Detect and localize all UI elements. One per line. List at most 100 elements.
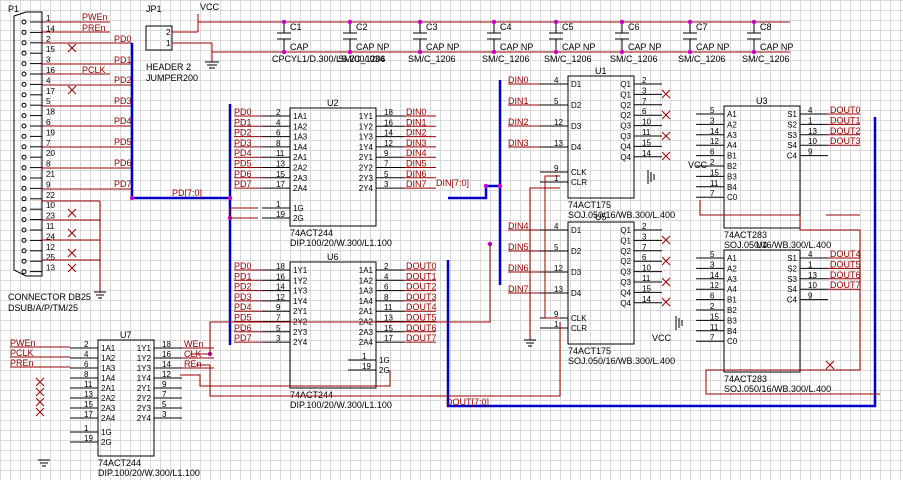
- pin-name: 2Y3: [359, 174, 374, 183]
- pin-number: 5: [384, 170, 389, 179]
- pin-number: 14: [276, 283, 285, 292]
- pin-name: D1: [571, 80, 582, 89]
- pin-name: 2A1: [359, 307, 374, 316]
- ic-footprint: SOJ.050/16/WB.300/L.400: [568, 210, 675, 220]
- ic-u7[interactable]: U7 74ACT244DIP.100/20/W.300/L1.100 1A1 2 1A2…: [10, 330, 214, 478]
- cap-value: CAP NP: [696, 42, 729, 52]
- pin-number: 1: [276, 200, 281, 209]
- pin-socket: [21, 217, 27, 223]
- no-connect-icon: [35, 397, 45, 407]
- pin-name: B4: [727, 327, 737, 336]
- pin-number: 15: [710, 168, 719, 177]
- pin-name: B2: [727, 306, 737, 315]
- pin-number: 7: [46, 139, 51, 148]
- junction-dot: [281, 19, 287, 25]
- pin-number: 4: [46, 76, 51, 85]
- pin-number: 17: [276, 180, 285, 189]
- pin-number: 3: [710, 260, 715, 269]
- pin-name: Q1: [620, 80, 631, 89]
- pin-socket: [21, 81, 27, 87]
- no-connect-icon: [35, 407, 45, 417]
- pin-name: A4: [727, 285, 737, 294]
- pin-name: 2Y3: [293, 328, 308, 337]
- pin-name: 1G: [379, 356, 390, 365]
- pin-number: 13: [554, 285, 563, 294]
- pin-number: 12: [46, 243, 55, 252]
- pin-number: 9: [554, 164, 559, 173]
- pin-name: D3: [571, 122, 582, 131]
- pin-name: 2A2: [101, 394, 116, 403]
- cap-footprint: SM/C_1206: [678, 54, 726, 64]
- pin-number: 12: [162, 370, 171, 379]
- cap-ref: C8: [760, 22, 772, 32]
- pin-number: 18: [46, 108, 55, 117]
- pin-number: 15: [276, 170, 285, 179]
- pin-name: D2: [571, 247, 582, 256]
- pin-number: 11: [384, 303, 393, 312]
- pin-socket: [21, 92, 27, 98]
- pin-socket: [21, 29, 27, 35]
- pin-name: S4: [787, 141, 797, 150]
- pin-socket: [21, 71, 27, 77]
- pin-name: CLR: [571, 178, 587, 187]
- schematic-canvas[interactable]: P1 1 14 2 15 3 16 4 17 5 18 6 19 7 20 8 21 9 22 10 23 11 24 12…: [0, 0, 903, 480]
- pin-number: 4: [808, 250, 813, 259]
- pin-number: 15: [642, 284, 651, 293]
- no-connect-icon: [661, 89, 671, 99]
- pin-number: 11: [46, 222, 55, 231]
- pin-name: CLR: [571, 324, 587, 333]
- ic-u1[interactable]: U1 74ACT175SOJ.050/16/WB.300/L.400 D1 4 D2 5 D…: [508, 66, 675, 220]
- ic-u3[interactable]: U3 74ACT283SOJ.050/16/WB.300/L.400 A1 5 A2 3 A…: [696, 96, 861, 250]
- pin-number: 2: [710, 302, 715, 311]
- pin-name: 1Y4: [293, 297, 308, 306]
- ic-footprint: SOJ.050/16/WB.300/L.400: [724, 384, 831, 394]
- pin-name: 2A2: [293, 164, 308, 173]
- pin-name: Q2: [620, 111, 631, 120]
- pin-name: 1Y3: [359, 133, 374, 142]
- pin-number: 8: [84, 370, 89, 379]
- junction-dot: [129, 195, 135, 201]
- pin-name: A1: [727, 110, 737, 119]
- pin-name: A2: [727, 264, 737, 273]
- net-label: PD6: [114, 158, 132, 168]
- pin-number: 7: [642, 243, 647, 252]
- pin-name: 2Y1: [359, 153, 374, 162]
- pin-name: B2: [727, 162, 737, 171]
- pin-name: Q3: [620, 122, 631, 131]
- pin-socket: [21, 40, 27, 46]
- pin-number: 17: [46, 87, 55, 96]
- pin-number: 1: [362, 352, 367, 361]
- ic-part: 74ACT175: [568, 200, 611, 210]
- pin-number: 6: [84, 360, 89, 369]
- pin-socket: [21, 248, 27, 254]
- pin-name: 2A1: [293, 153, 308, 162]
- pin-number: 9: [276, 303, 281, 312]
- capacitor-bank[interactable]: C1CAPCPCYL1/D.300/LS.200/.034C2CAP NPSM/…: [272, 19, 793, 64]
- pin-number: 3: [710, 116, 715, 125]
- pin-name: A2: [727, 120, 737, 129]
- ic-ref: U6: [327, 252, 339, 262]
- junction-dot: [417, 19, 423, 25]
- pin-name: A1: [727, 254, 737, 263]
- ic-u4[interactable]: U474ACT283SOJ.050/16/WB.300/L.400A15A23A…: [696, 240, 861, 394]
- bus-label-din: DIN[7:0]: [436, 178, 469, 188]
- pin-number: 4: [276, 118, 281, 127]
- junctions: [129, 183, 503, 357]
- ic-u2[interactable]: U2 74ACT244DIP.100/20/W.300/L1.100 1A1 2 1A2…: [234, 98, 436, 248]
- pin-name: B3: [727, 316, 737, 325]
- pin-name: D1: [571, 226, 582, 235]
- junction-dot: [227, 195, 233, 201]
- pin-number: 6: [710, 148, 715, 157]
- pin-number: 6: [710, 292, 715, 301]
- pin-name: 2Y2: [137, 394, 152, 403]
- connector-p1[interactable]: P1 1142153164175186197208219221023112412…: [8, 4, 91, 313]
- pin-name: 1A2: [101, 354, 116, 363]
- pin-name: B1: [727, 296, 737, 305]
- pin-number: 1: [84, 424, 89, 433]
- pin-name: 1A2: [293, 122, 308, 131]
- pin-name: S3: [787, 275, 797, 284]
- pin-number: 3: [642, 86, 647, 95]
- no-connect-icon: [661, 151, 671, 161]
- pin-socket: [21, 175, 27, 181]
- pin-name: 2Y4: [293, 338, 308, 347]
